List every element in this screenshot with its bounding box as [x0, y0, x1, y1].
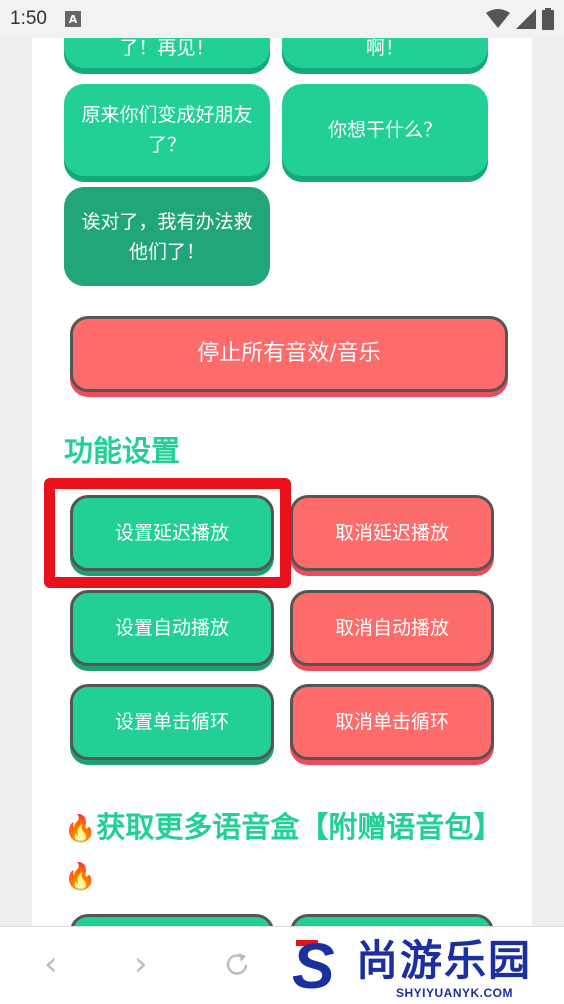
cancel-loop-button[interactable]: 取消单击循环: [290, 684, 494, 760]
settings-title: 功能设置: [64, 434, 181, 468]
battery-icon: [542, 8, 554, 30]
cancel-auto-play-button[interactable]: 取消自动播放: [290, 590, 494, 666]
more-title: 获取更多语音盒【附赠语音包】: [96, 810, 503, 844]
more-button[interactable]: [290, 914, 494, 926]
notification-icon: A: [64, 11, 81, 27]
set-loop-button[interactable]: 设置单击循环: [70, 684, 274, 760]
status-icons: [486, 8, 554, 30]
sound-button[interactable]: 你想干什么？: [282, 84, 488, 176]
sound-button-active[interactable]: 诶对了，我有办法救他们了！: [64, 187, 270, 286]
logo-english-text: SHYIYUANYK.COM: [396, 986, 514, 1000]
cancel-delay-button[interactable]: 取消延迟播放: [290, 495, 494, 571]
fire-emoji-icon: 🔥: [64, 814, 97, 844]
sound-button[interactable]: 了！再见！: [64, 38, 270, 68]
watermark-logo: S 尚游乐园 SHYIYUANYK.COM: [290, 930, 560, 1002]
status-bar: 1:50 A: [0, 0, 564, 38]
status-time: 1:50: [10, 8, 47, 29]
reload-icon[interactable]: [222, 950, 252, 980]
sound-button[interactable]: 原来你们变成好朋友了？: [64, 84, 270, 176]
fire-emoji-icon: 🔥: [64, 862, 97, 892]
more-title-block: 🔥获取更多语音盒【附赠语音包】 🔥: [64, 804, 504, 900]
signal-icon: [516, 9, 536, 29]
highlight-box: [44, 478, 291, 588]
logo-letter: S: [292, 930, 335, 1002]
stop-all-sounds-button[interactable]: 停止所有音效/音乐: [70, 316, 508, 392]
logo-chinese-text: 尚游乐园: [356, 936, 533, 985]
wifi-icon: [486, 9, 510, 28]
set-auto-play-button[interactable]: 设置自动播放: [70, 590, 274, 666]
sound-button[interactable]: 啊！: [282, 38, 488, 68]
back-arrow-icon[interactable]: ‹: [44, 944, 58, 984]
more-button[interactable]: [70, 914, 274, 926]
forward-arrow-icon[interactable]: ›: [134, 944, 148, 984]
